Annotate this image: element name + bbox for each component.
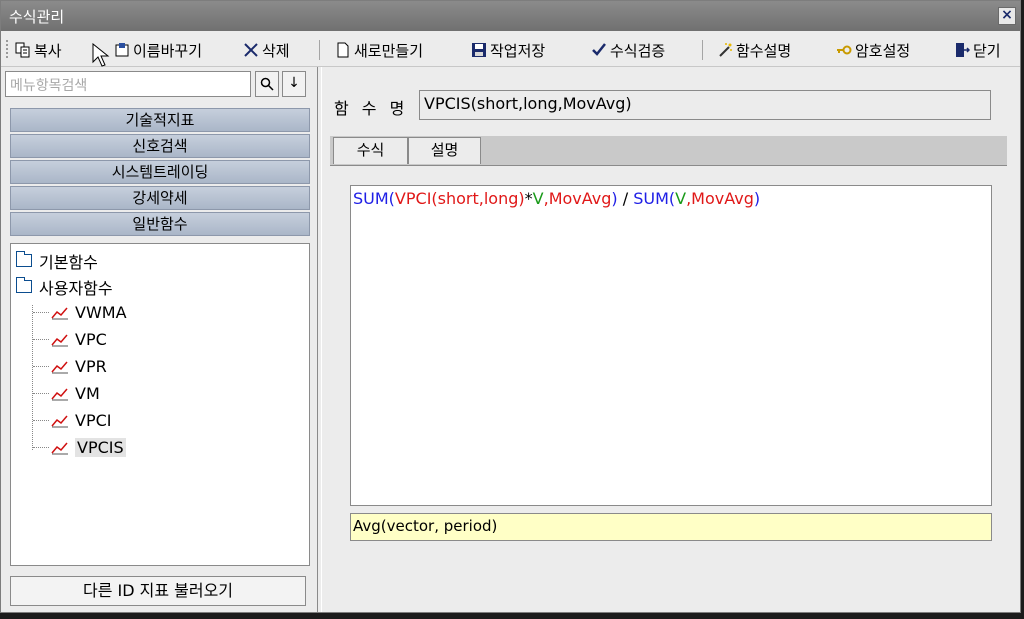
tab-formula[interactable]: 수식 [333,137,408,164]
password-label: 암호설정 [855,41,911,60]
category-technical-indicators[interactable]: 기술적지표 [10,108,310,132]
function-name-field[interactable]: VPCIS(short,long,MovAvg) [419,90,991,120]
formula-token: / [617,189,634,208]
save-label: 작업저장 [490,41,546,60]
category-strength-weakness[interactable]: 강세약세 [10,186,310,210]
formula-token: V [532,189,544,208]
right-panel: 함 수 명 VPCIS(short,long,MovAvg) 수식 설명 SUM… [321,67,1019,612]
search-icon [260,77,274,91]
save-button[interactable]: 작업저장 [471,39,545,61]
formula-token: VPCI( [394,189,438,208]
toolbar-separator [319,40,320,60]
tree-folder-label: 기본함수 [39,252,98,272]
formula-token: SUM( [633,189,676,208]
chart-icon [51,415,68,427]
key-icon [837,45,852,55]
folder-icon [16,277,32,293]
function-name-label: 함 수 명 [334,99,409,118]
search-button[interactable] [255,71,279,97]
tree-item-vpr[interactable]: VPR [33,354,107,379]
tree-connector [33,366,49,367]
copy-button[interactable]: 복사 [15,39,62,61]
checkmark-icon [592,43,606,56]
menu-search-input[interactable]: 메뉴항목검색 [5,71,251,97]
exit-button[interactable]: 닫기 [954,39,1001,61]
copy-icon [15,42,30,58]
formula-token: * [524,189,533,208]
category-general-functions[interactable]: 일반함수 [10,212,310,236]
tab-bar: 수식 설명 [330,136,1007,166]
tree-item-label: VPCI [75,411,112,430]
tree-item-label: VPC [75,330,107,349]
toolbar-grip [6,40,10,58]
tree-connector [33,339,49,340]
tree-item-label: VM [75,384,100,403]
chart-icon [51,307,68,319]
verify-label: 수식검증 [610,41,666,60]
chart-icon [51,388,68,400]
left-panel: 메뉴항목검색 ↓ 기술적지표 신호검색 시스템트레이딩 강세약세 일반함수 기본… [5,71,310,606]
rename-icon [115,43,129,57]
password-button[interactable]: 암호설정 [836,39,910,61]
formula-editor[interactable]: SUM(VPCI(short,long)*V,MovAvg) / SUM(V,M… [350,185,992,506]
rename-label: 이름바꾸기 [133,41,203,60]
search-next-button[interactable]: ↓ [282,71,306,97]
toolbar: 복사 이름바꾸기 삭제 새로만들기 작업저장 수식검증 함수설명 암호설정 닫기 [1,32,1020,67]
down-arrow-icon: ↓ [288,75,300,91]
close-window-button[interactable]: × [998,7,1016,25]
tree-connector [33,420,49,421]
delete-label: 삭제 [262,41,290,60]
tree-item-label: VPR [75,357,107,376]
chart-icon [51,361,68,373]
function-help-label: 함수설명 [736,41,792,60]
save-disk-icon [472,43,486,57]
rename-button[interactable]: 이름바꾸기 [114,39,202,61]
tree-connector [33,312,49,313]
formula-token: short,long [437,189,519,208]
tree-folder-label: 사용자함수 [39,278,113,298]
category-signal-search[interactable]: 신호검색 [10,134,310,158]
verify-button[interactable]: 수식검증 [591,39,665,61]
tree-connector [33,447,49,448]
tree-item-vpc[interactable]: VPC [33,327,107,352]
tree-item-vwma[interactable]: VWMA [33,300,127,325]
delete-button[interactable]: 삭제 [243,39,290,61]
mouse-cursor-icon [92,43,110,67]
function-hint-bar: Avg(vector, period) [350,513,992,541]
tab-description[interactable]: 설명 [408,137,481,164]
category-system-trading[interactable]: 시스템트레이딩 [10,160,310,184]
formula-token: MovAvg [548,189,612,208]
toolbar-separator [702,40,703,60]
function-tree: 기본함수 사용자함수 VWMA VPC VPR VM VPCI VPCIS [10,243,310,566]
chart-icon [51,334,68,346]
formula-manager-window: 수식관리 × 복사 이름바꾸기 삭제 새로만들기 작업저장 수식검증 함수설명 … [0,0,1021,613]
exit-door-icon [956,43,970,57]
delete-icon [244,43,258,57]
magic-wand-icon [719,43,732,57]
tree-folder-user[interactable]: 사용자함수 [16,274,113,299]
load-other-id-button[interactable]: 다른 ID 지표 불러오기 [10,576,306,606]
new-button[interactable]: 새로만들기 [335,39,423,61]
tree-item-label: VWMA [75,303,127,322]
function-help-button[interactable]: 함수설명 [717,39,791,61]
category-list: 기술적지표 신호검색 시스템트레이딩 강세약세 일반함수 [10,108,310,238]
new-document-icon [337,42,349,58]
title-bar: 수식관리 × [1,1,1020,31]
folder-icon [16,251,32,267]
tree-item-vm[interactable]: VM [33,381,100,406]
window-title: 수식관리 [9,8,65,26]
tree-item-vpcis[interactable]: VPCIS [33,435,126,460]
chart-icon [51,442,68,454]
formula-token: MovAvg [691,189,754,208]
exit-label: 닫기 [973,41,1001,60]
copy-label: 복사 [34,41,62,60]
formula-token: ) [753,189,761,208]
tree-folder-basic[interactable]: 기본함수 [16,248,98,273]
tree-connector [33,393,49,394]
new-label: 새로만들기 [354,41,424,60]
tree-item-vpci[interactable]: VPCI [33,408,111,433]
formula-token: V [675,189,687,208]
formula-token: SUM( [353,189,395,208]
tree-item-label-selected: VPCIS [75,438,126,457]
